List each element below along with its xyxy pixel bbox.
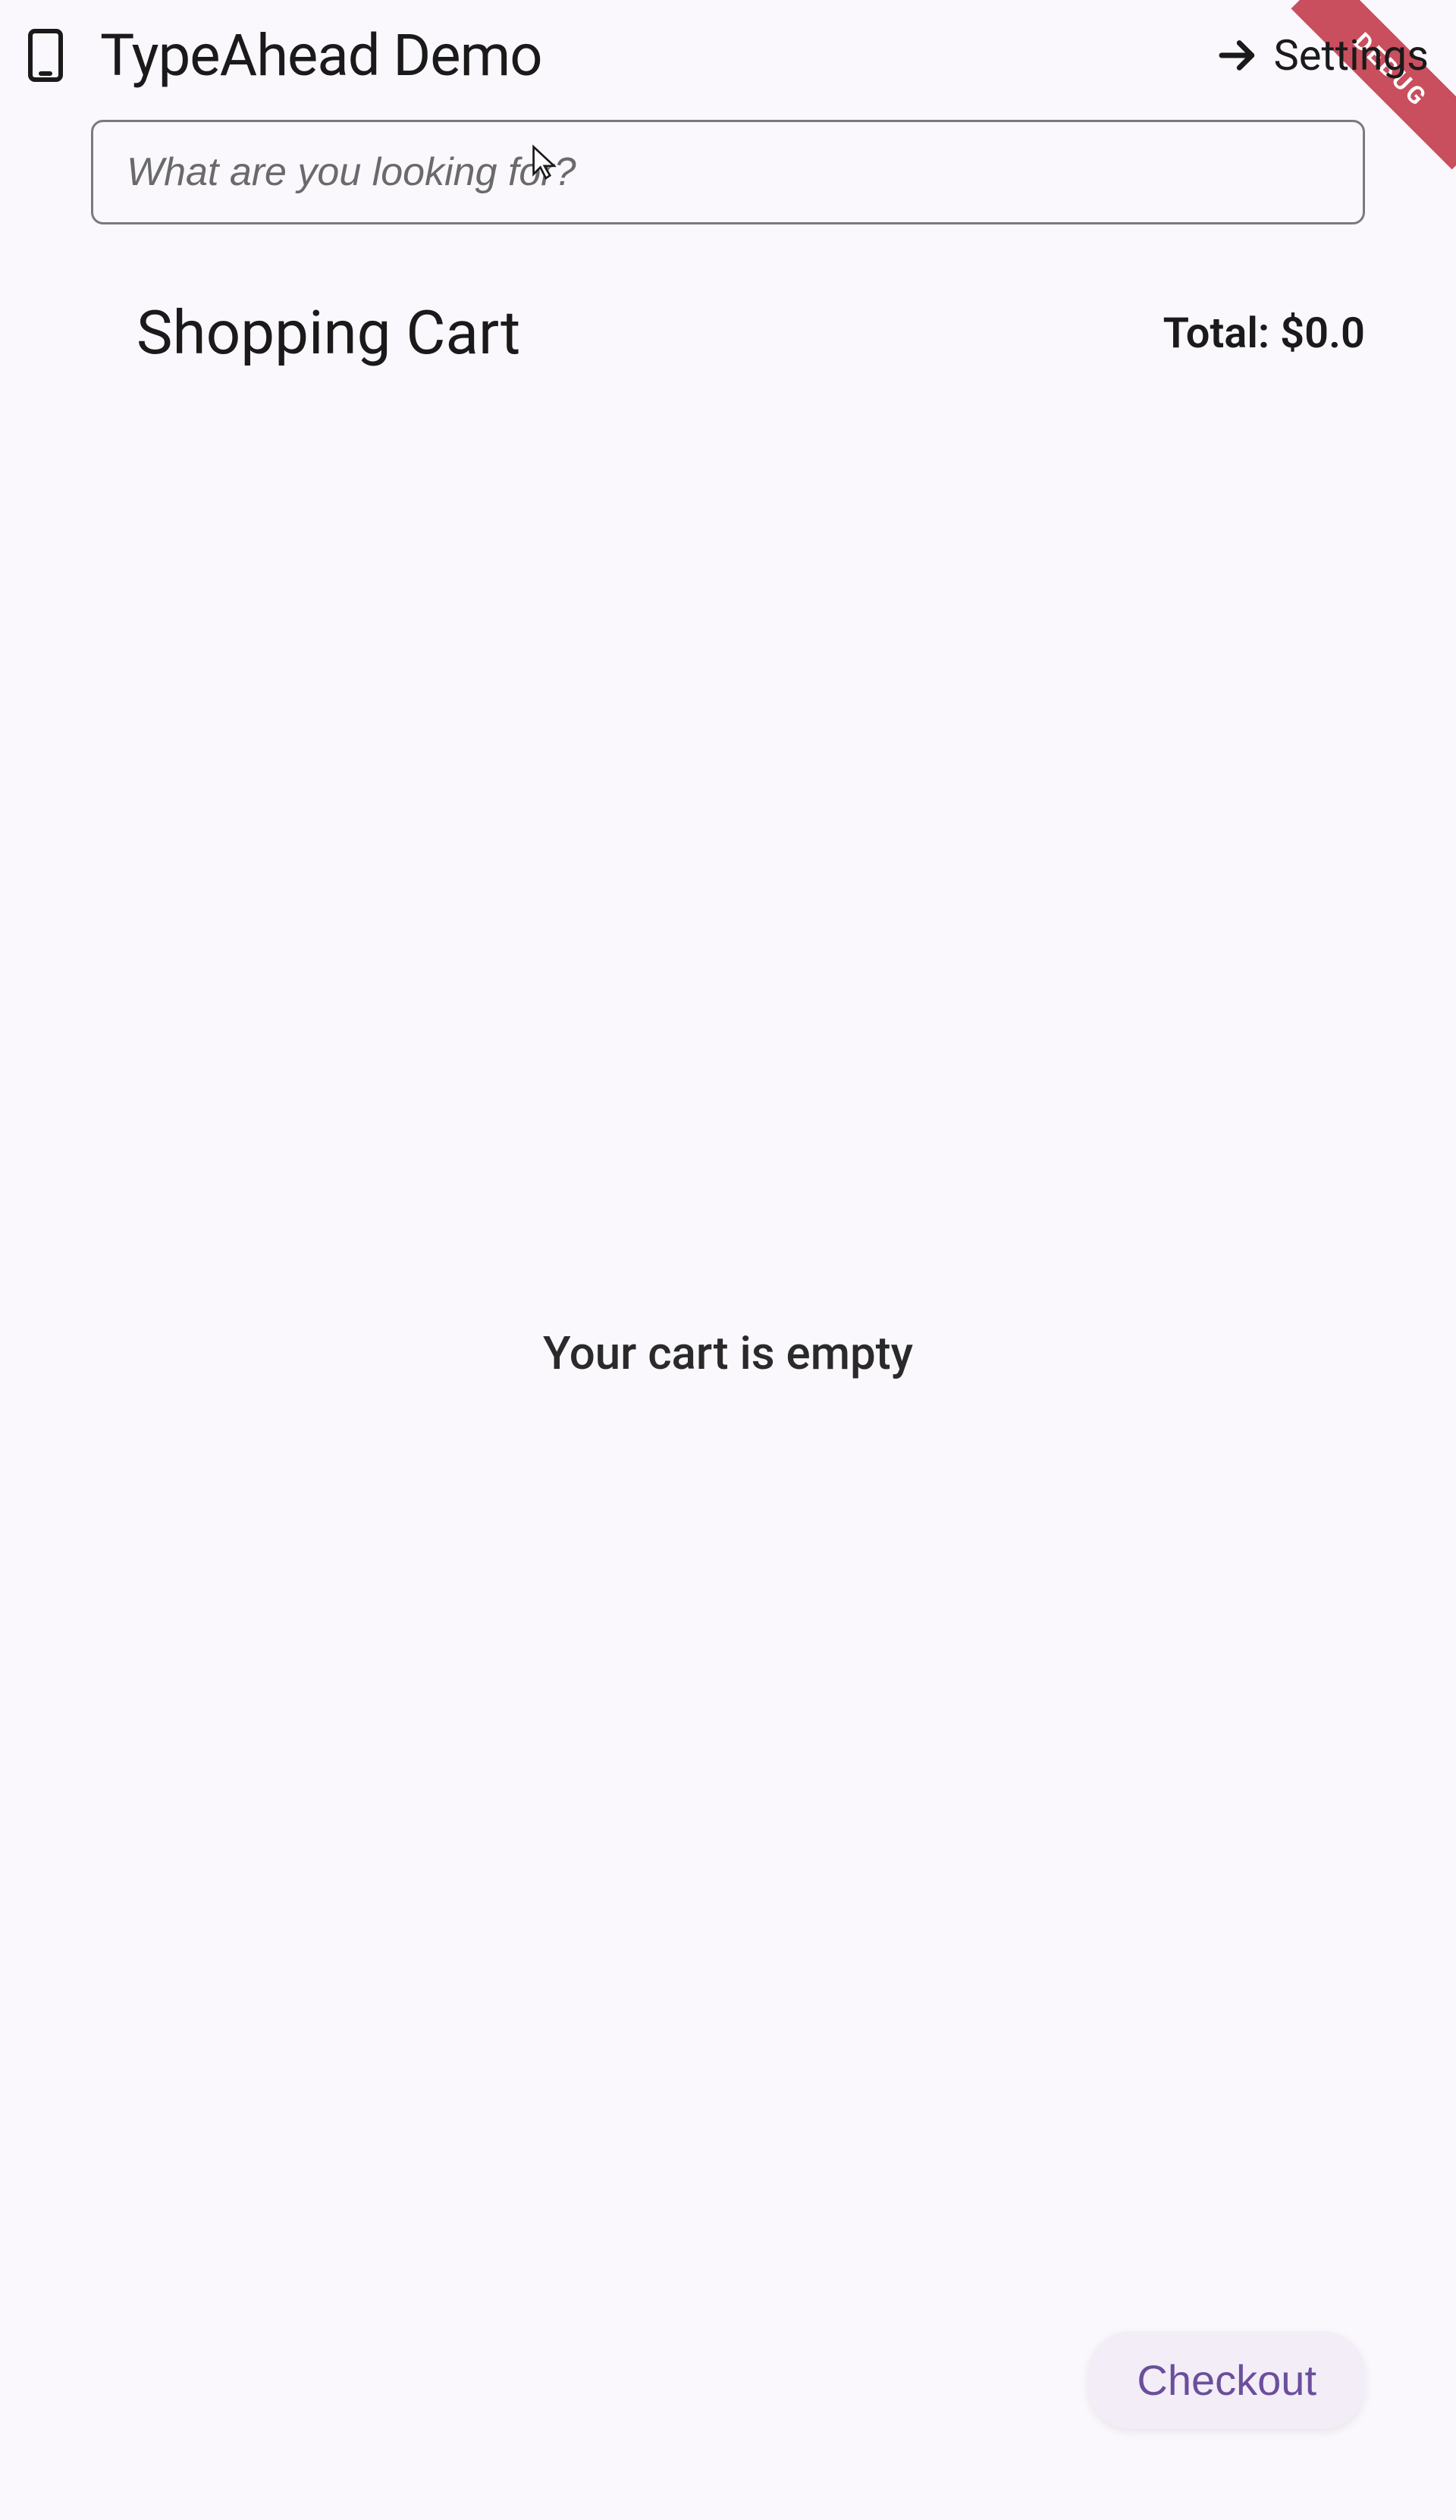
cart-body: Your cart is empty (0, 405, 1456, 2301)
arrow-forward-icon (1216, 34, 1259, 77)
checkout-button[interactable]: Checkout (1088, 2331, 1365, 2429)
cart-title: Shopping Cart (136, 297, 520, 369)
cart-total: Total: $0.0 (1163, 308, 1365, 358)
app-bar: TypeAhead Demo Settings (0, 0, 1456, 111)
app-title: TypeAhead Demo (100, 21, 542, 89)
empty-cart-message: Your cart is empty (543, 1326, 913, 1380)
app-container: DEBUG TypeAhead Demo Settings Shopping C (0, 0, 1456, 2520)
cart-header: Shopping Cart Total: $0.0 (0, 261, 1456, 405)
settings-label: Settings (1274, 30, 1429, 80)
phone-icon (27, 28, 64, 83)
search-input[interactable] (91, 120, 1365, 224)
settings-button[interactable]: Settings (1216, 30, 1429, 80)
search-container (0, 111, 1456, 261)
checkout-container: Checkout (0, 2301, 1456, 2520)
